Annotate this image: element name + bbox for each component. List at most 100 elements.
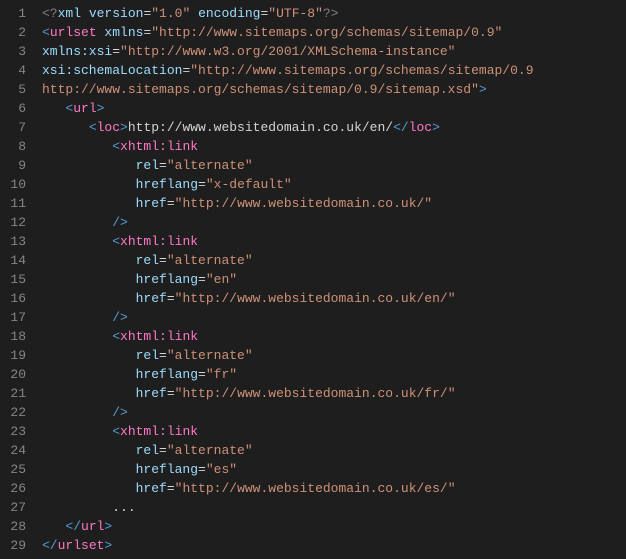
token-xml-text	[42, 443, 136, 458]
token-xml-text	[42, 386, 136, 401]
token-attr-val: "1.0"	[151, 6, 190, 21]
token-tag: <	[89, 120, 97, 135]
line-number: 6	[6, 99, 26, 118]
line-number: 10	[6, 175, 26, 194]
code-line: xmlns:xsi="http://www.w3.org/2001/XMLSch…	[42, 42, 534, 61]
token-attr-name: href	[136, 196, 167, 211]
token-xml-text	[42, 272, 136, 287]
code-line: href="http://www.websitedomain.co.uk/en/…	[42, 289, 534, 308]
token-elem: xhtml:link	[120, 139, 198, 154]
token-tag: <	[112, 139, 120, 154]
code-line: hreflang="en"	[42, 270, 534, 289]
code-line: />	[42, 213, 534, 232]
token-pi: <?	[42, 6, 58, 21]
token-attr-name: hreflang	[136, 272, 198, 287]
token-tag: />	[112, 215, 128, 230]
token-tag: <	[42, 25, 50, 40]
line-number: 16	[6, 289, 26, 308]
token-attr-val: "alternate"	[167, 158, 253, 173]
token-attr-val: "x-default"	[206, 177, 292, 192]
line-number: 25	[6, 460, 26, 479]
code-line: rel="alternate"	[42, 441, 534, 460]
token-xml-text	[42, 405, 112, 420]
token-xml-text	[42, 519, 65, 534]
code-line: hreflang="x-default"	[42, 175, 534, 194]
token-attr-name: xmlns:xsi	[42, 44, 112, 59]
code-line: <loc>http://www.websitedomain.co.uk/en/<…	[42, 118, 534, 137]
token-xml-text	[42, 291, 136, 306]
token-elem: url	[73, 101, 96, 116]
token-tag: >	[479, 82, 487, 97]
token-tag: >	[97, 101, 105, 116]
token-attr-val: "fr"	[206, 367, 237, 382]
token-xml-text	[42, 101, 65, 116]
token-tag: />	[112, 310, 128, 325]
token-attr-name: href	[136, 481, 167, 496]
line-number: 11	[6, 194, 26, 213]
token-eq: =	[159, 443, 167, 458]
token-attr-name: href	[136, 386, 167, 401]
token-tag: >	[104, 538, 112, 553]
token-xml-text	[42, 462, 136, 477]
token-attr-name: rel	[136, 348, 159, 363]
token-attr-val: "http://www.websitedomain.co.uk/"	[175, 196, 432, 211]
token-attr-val: "UTF-8"	[268, 6, 323, 21]
token-tag: <	[112, 234, 120, 249]
code-line: rel="alternate"	[42, 346, 534, 365]
line-number: 26	[6, 479, 26, 498]
token-attr-name: href	[136, 291, 167, 306]
token-attr-name: hreflang	[136, 177, 198, 192]
line-number: 14	[6, 251, 26, 270]
token-attr-name: encoding	[190, 6, 260, 21]
line-number: 23	[6, 422, 26, 441]
line-number: 2	[6, 23, 26, 42]
line-number: 1	[6, 4, 26, 23]
token-eq: =	[198, 272, 206, 287]
token-attr-val: "en"	[206, 272, 237, 287]
token-attr-name: hreflang	[136, 462, 198, 477]
line-number: 15	[6, 270, 26, 289]
token-eq: =	[167, 196, 175, 211]
token-tag: <	[112, 424, 120, 439]
token-tag: />	[112, 405, 128, 420]
token-tag: >	[120, 120, 128, 135]
code-line: xsi:schemaLocation="http://www.sitemaps.…	[42, 61, 534, 80]
code-line: href="http://www.websitedomain.co.uk/"	[42, 194, 534, 213]
token-attr-name: xml version	[58, 6, 144, 21]
line-number: 27	[6, 498, 26, 517]
token-eq: =	[198, 462, 206, 477]
line-number: 8	[6, 137, 26, 156]
token-eq: =	[167, 481, 175, 496]
token-eq: =	[198, 177, 206, 192]
code-line: rel="alternate"	[42, 251, 534, 270]
code-line: </url>	[42, 517, 534, 536]
token-elem: loc	[409, 120, 432, 135]
code-line: <?xml version="1.0" encoding="UTF-8"?>	[42, 4, 534, 23]
token-elem: xhtml:link	[120, 329, 198, 344]
code-line: <url>	[42, 99, 534, 118]
code-line: <urlset xmlns="http://www.sitemaps.org/s…	[42, 23, 534, 42]
code-line: href="http://www.websitedomain.co.uk/fr/…	[42, 384, 534, 403]
token-xml-text	[42, 481, 136, 496]
token-attr-val: "alternate"	[167, 443, 253, 458]
token-attr-val: "http://www.websitedomain.co.uk/en/"	[175, 291, 456, 306]
line-number: 19	[6, 346, 26, 365]
line-number: 4	[6, 61, 26, 80]
code-editor: 1234567891011121314151617181920212223242…	[0, 0, 626, 559]
token-xml-text	[42, 367, 136, 382]
line-number: 5	[6, 80, 26, 99]
code-line: href="http://www.websitedomain.co.uk/es/…	[42, 479, 534, 498]
token-eq: =	[159, 348, 167, 363]
code-line: </urlset>	[42, 536, 534, 555]
token-attr-val: "http://www.w3.org/2001/XMLSchema-instan…	[120, 44, 455, 59]
token-xml-text	[42, 310, 112, 325]
token-attr-val: http://www.sitemaps.org/schemas/sitemap/…	[42, 82, 479, 97]
line-number: 21	[6, 384, 26, 403]
token-xml-text	[42, 158, 136, 173]
token-attr-val: "alternate"	[167, 253, 253, 268]
token-attr-name: rel	[136, 443, 159, 458]
token-eq: =	[159, 158, 167, 173]
token-attr-val: "http://www.websitedomain.co.uk/fr/"	[175, 386, 456, 401]
code-line: <xhtml:link	[42, 137, 534, 156]
code-line: <xhtml:link	[42, 232, 534, 251]
